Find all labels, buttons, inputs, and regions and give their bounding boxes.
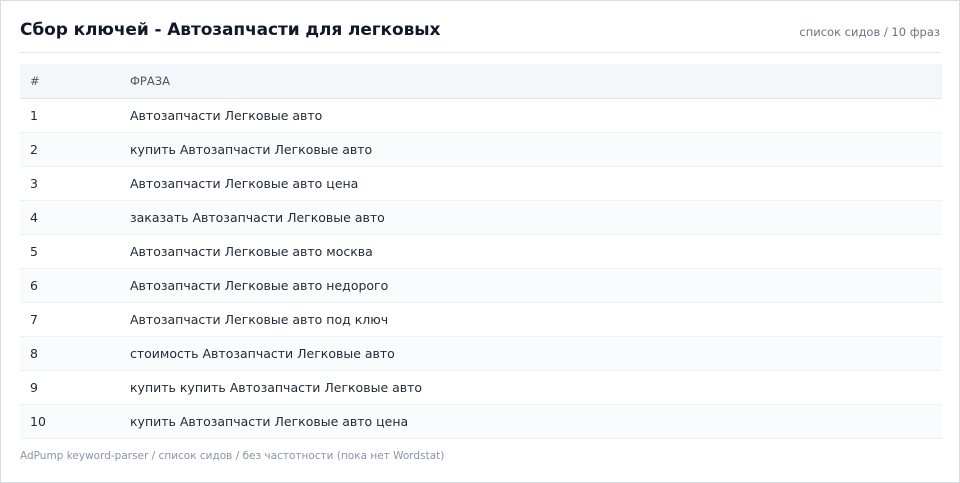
- table-row: 9 купить купить Автозапчасти Легковые авт…: [20, 370, 942, 405]
- row-number: 9: [20, 370, 130, 405]
- row-phrase: Автозапчасти Легковые авто москва: [130, 234, 942, 269]
- table-header-row: # ФРАЗА: [20, 64, 942, 99]
- row-phrase: купить Автозапчасти Легковые авто: [130, 132, 942, 167]
- row-phrase: заказать Автозапчасти Легковые авто: [130, 200, 942, 235]
- page: Сбор ключей - Автозапчасти для легковых …: [0, 0, 960, 483]
- table-row: 10 купить Автозапчасти Легковые авто цена: [20, 404, 942, 439]
- table-row: 5 Автозапчасти Легковые авто москва: [20, 234, 942, 269]
- row-number: 2: [20, 132, 130, 167]
- column-header-phrase: ФРАЗА: [130, 64, 942, 99]
- row-phrase: Автозапчасти Легковые авто под ключ: [130, 302, 942, 337]
- row-phrase: купить купить Автозапчасти Легковые авто: [130, 370, 942, 405]
- row-phrase: Автозапчасти Легковые авто: [130, 98, 942, 133]
- table-row: 3 Автозапчасти Легковые авто цена: [20, 166, 942, 201]
- row-phrase: Автозапчасти Легковые авто цена: [130, 166, 942, 201]
- table-row: 2 купить Автозапчасти Легковые авто: [20, 132, 942, 167]
- row-phrase: Автозапчасти Легковые авто недорого: [130, 268, 942, 303]
- row-number: 10: [20, 404, 130, 439]
- column-header-number: #: [20, 64, 130, 99]
- row-phrase: купить Автозапчасти Легковые авто цена: [130, 404, 942, 439]
- row-number: 1: [20, 98, 130, 133]
- row-phrase: стоимость Автозапчасти Легковые авто: [130, 336, 942, 371]
- footer-note: AdPump keyword-parser / список сидов / б…: [20, 450, 445, 462]
- page-header: Сбор ключей - Автозапчасти для легковых …: [20, 1, 940, 53]
- table-row: 1 Автозапчасти Легковые авто: [20, 98, 942, 133]
- table-body: 1 Автозапчасти Легковые авто 2 купить Автоз…: [20, 98, 942, 439]
- table-row: 4 заказать Автозапчасти Легковые авто: [20, 200, 942, 235]
- row-number: 4: [20, 200, 130, 235]
- row-number: 6: [20, 268, 130, 303]
- row-number: 7: [20, 302, 130, 337]
- row-number: 3: [20, 166, 130, 201]
- row-number: 8: [20, 336, 130, 371]
- keywords-table: # ФРАЗА 1 Автозапчасти Легковые авто 2 купи…: [20, 64, 942, 439]
- table-row: 7 Автозапчасти Легковые авто под ключ: [20, 302, 942, 337]
- page-subtitle: список сидов / 10 фраз: [799, 25, 940, 39]
- row-number: 5: [20, 234, 130, 269]
- table-row: 6 Автозапчасти Легковые авто недорого: [20, 268, 942, 303]
- table-row: 8 стоимость Автозапчасти Легковые авто: [20, 336, 942, 371]
- page-title: Сбор ключей - Автозапчасти для легковых: [20, 20, 441, 40]
